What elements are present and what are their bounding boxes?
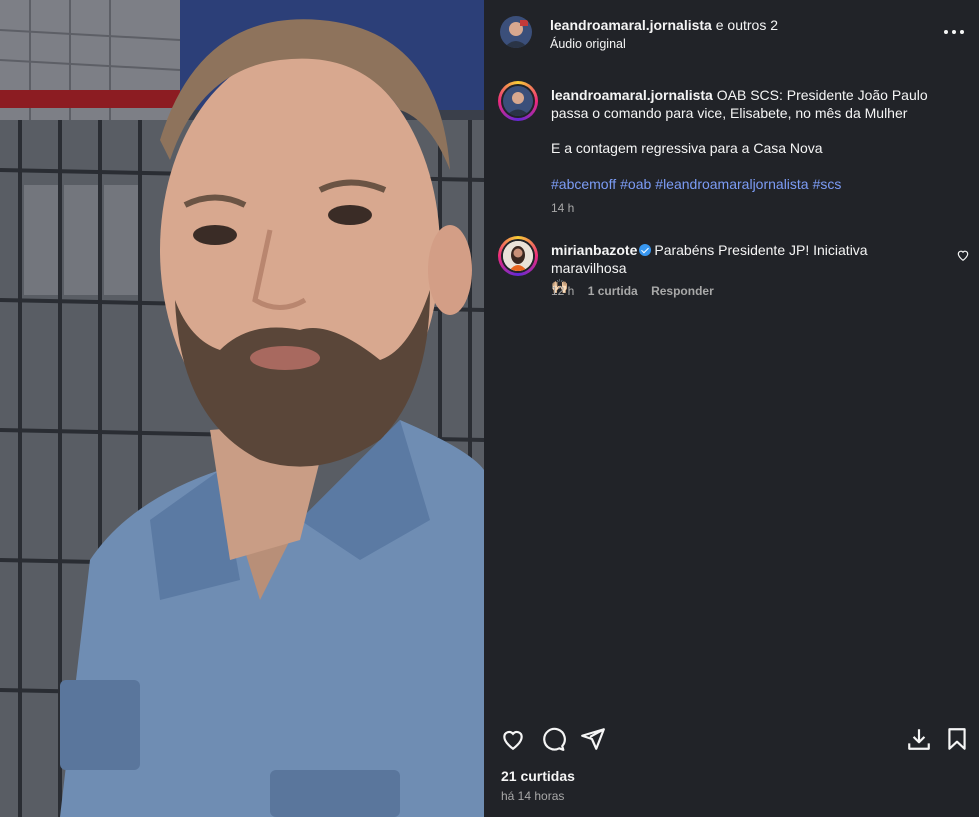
commenter-username[interactable]: mirianbazote	[551, 242, 637, 258]
commenter-avatar[interactable]	[498, 236, 538, 276]
comment-likes[interactable]: 1 curtida	[588, 284, 638, 298]
hashtag-link[interactable]: #oab	[620, 176, 651, 192]
comment-heart-icon[interactable]	[956, 248, 970, 262]
post-media[interactable]	[0, 0, 484, 817]
comment-timestamp[interactable]: 12 h	[551, 284, 574, 298]
author-line[interactable]: leandroamaral.jornalista e outros 2	[550, 17, 778, 33]
author-username[interactable]: leandroamaral.jornalista	[550, 17, 712, 33]
download-icon[interactable]	[906, 726, 932, 752]
caption-line-2: E a contagem regressiva para a Casa Nova	[551, 140, 823, 156]
post-header: leandroamaral.jornalista e outros 2 Áudi…	[484, 0, 979, 66]
heart-icon[interactable]	[500, 726, 526, 752]
likes-count[interactable]: 21 curtidas	[501, 768, 575, 784]
paper-plane-icon[interactable]	[580, 726, 606, 752]
caption-avatar[interactable]	[498, 81, 538, 121]
comment-bubble-icon[interactable]	[540, 726, 566, 752]
hashtag-link[interactable]: #leandroamaraljornalista	[655, 176, 808, 192]
hashtag-list: #abcemoff #oab #leandroamaraljornalista #sc…	[551, 176, 845, 192]
reply-button[interactable]: Responder	[651, 284, 714, 298]
post-timestamp[interactable]: há 14 horas	[501, 789, 564, 803]
hashtag-link[interactable]: #scs	[813, 176, 842, 192]
action-bar	[484, 726, 979, 756]
video-frame	[0, 0, 484, 817]
caption-timestamp[interactable]: 14 h	[551, 201, 574, 215]
hashtag-link[interactable]: #abcemoff	[551, 176, 616, 192]
caption-text: leandroamaral.jornalista OAB SCS: Presid…	[551, 86, 951, 122]
coauthors-text[interactable]: e outros 2	[712, 17, 778, 33]
audio-label[interactable]: Áudio original	[550, 37, 626, 51]
verified-badge-icon	[639, 244, 652, 256]
more-dots-icon[interactable]	[942, 22, 970, 42]
comment-meta: 12 h 1 curtida Responder	[551, 284, 724, 298]
post-details-panel: leandroamaral.jornalista e outros 2 Áudi…	[484, 0, 979, 817]
caption-username[interactable]: leandroamaral.jornalista	[551, 87, 713, 103]
bookmark-icon[interactable]	[944, 726, 970, 752]
author-avatar[interactable]	[500, 16, 532, 48]
